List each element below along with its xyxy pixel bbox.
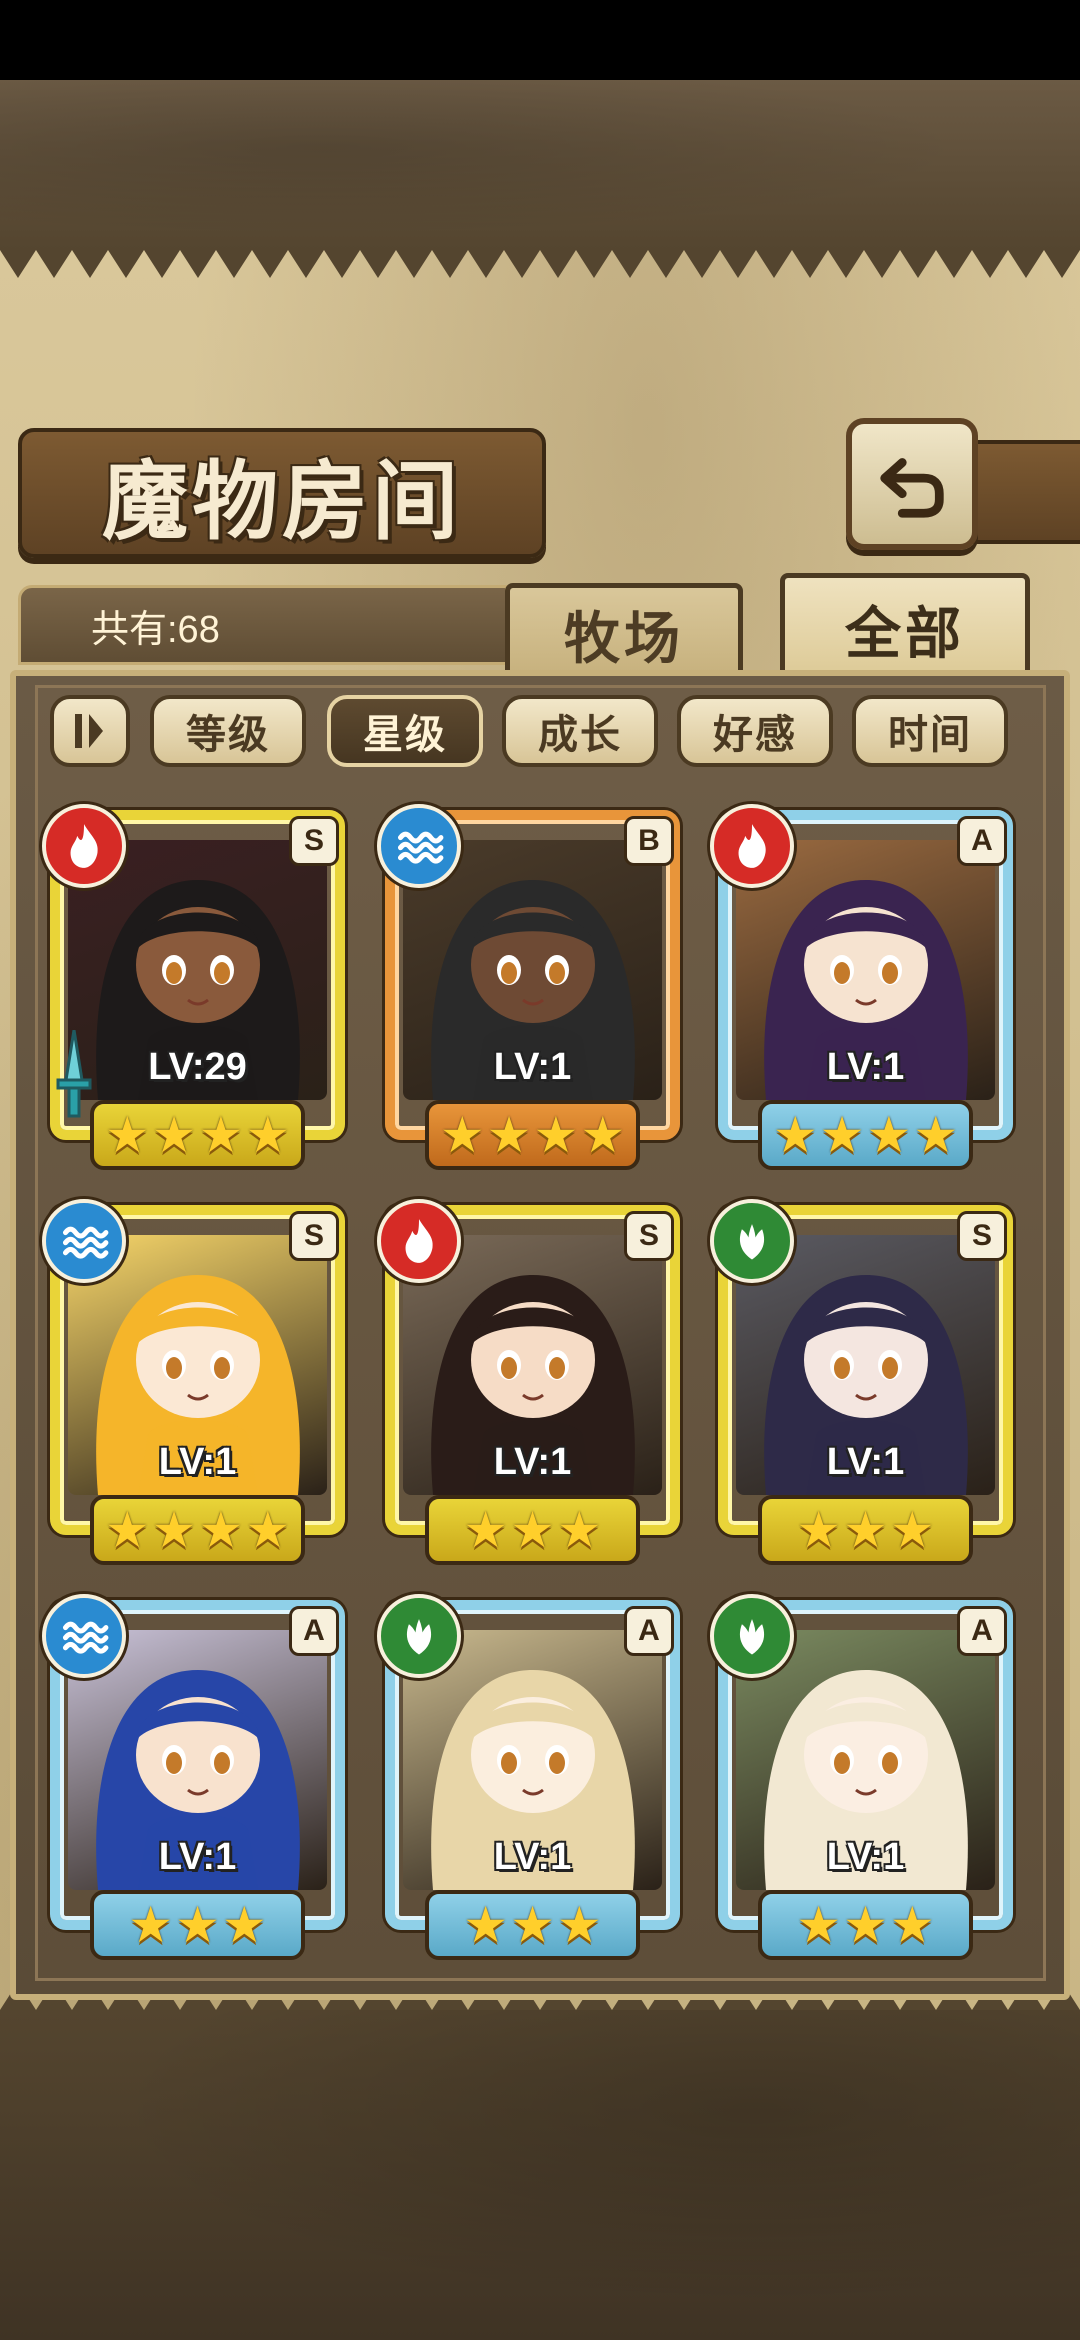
star-icon: ★ [245,1501,291,1559]
monster-level: LV:1 [826,1046,905,1088]
star-icon: ★ [556,1896,602,1954]
star-icon: ★ [198,1106,244,1164]
monster-count-bar: 共有:68 [18,585,508,665]
star-rating: ★ ★ ★ ★ [90,1495,305,1565]
star-icon: ★ [772,1106,818,1164]
monster-card[interactable]: S LV:1 ★ ★ ★ ★ [42,1199,345,1565]
tab-all[interactable]: 全部 [780,573,1030,680]
tab-ranch[interactable]: 牧场 [505,583,743,680]
star-icon: ★ [104,1501,150,1559]
rank-badge: S [624,1211,674,1261]
monster-card[interactable]: S LV:29 ★ ★ ★ ★ [42,804,345,1170]
star-icon: ★ [796,1501,842,1559]
star-icon: ★ [175,1896,220,1954]
map-background-bottom [0,2010,1080,2340]
sort-time-button[interactable]: 时间 [852,695,1008,767]
monster-card[interactable]: A LV:1 ★ ★ ★ [42,1594,345,1960]
monster-level: LV:1 [493,1836,572,1878]
monster-card[interactable]: A LV:1 ★ ★ ★ [710,1594,1013,1960]
star-icon: ★ [221,1896,267,1954]
rank-badge: A [957,816,1007,866]
star-rating: ★ ★ ★ ★ [425,1100,640,1170]
monster-level: LV:29 [148,1046,247,1088]
sort-direction-icon [75,714,103,748]
star-icon: ★ [463,1501,509,1559]
star-icon: ★ [889,1896,935,1954]
star-icon: ★ [796,1896,842,1954]
status-bar [0,0,1080,80]
title-plaque: 魔物房间 [18,428,546,558]
monster-card[interactable]: A LV:1 ★ ★ ★ ★ [710,804,1013,1170]
star-icon: ★ [533,1106,579,1164]
monster-card[interactable]: A LV:1 ★ ★ ★ [377,1594,680,1960]
star-icon: ★ [510,1896,555,1954]
star-icon: ★ [245,1106,291,1164]
star-icon: ★ [819,1106,865,1164]
sort-affection-button[interactable]: 好感 [677,695,833,767]
star-rating: ★ ★ ★ [425,1890,640,1960]
star-icon: ★ [556,1501,602,1559]
sort-order-toggle[interactable] [50,695,130,767]
star-rating: ★ ★ ★ ★ [758,1100,973,1170]
rank-badge: S [289,1211,339,1261]
monster-count: 共有:68 [91,608,220,651]
back-button[interactable] [846,418,978,550]
sort-star-button[interactable]: 星级 [327,695,483,767]
rank-badge: A [624,1606,674,1656]
rank-badge: B [624,816,674,866]
return-arrow-icon [880,458,944,518]
fire-element-icon [377,1199,461,1283]
map-background-top [0,80,1080,250]
back-button-bar [970,440,1080,544]
weapon-icon [56,1030,92,1118]
star-icon: ★ [486,1106,532,1164]
leaf-element-icon [710,1199,794,1283]
rank-badge: S [289,816,339,866]
monster-level: LV:1 [493,1441,572,1483]
star-icon: ★ [128,1896,174,1954]
star-icon: ★ [843,1896,888,1954]
water-element-icon [377,804,461,888]
rank-badge: S [957,1211,1007,1261]
star-icon: ★ [866,1106,912,1164]
star-icon: ★ [439,1106,485,1164]
sort-growth-button[interactable]: 成长 [502,695,658,767]
monster-level: LV:1 [493,1046,572,1088]
star-icon: ★ [151,1501,197,1559]
star-icon: ★ [104,1106,150,1164]
rank-badge: A [957,1606,1007,1656]
sort-level-button[interactable]: 等级 [150,695,306,767]
fire-element-icon [42,804,126,888]
star-rating: ★ ★ ★ [758,1890,973,1960]
water-element-icon [42,1594,126,1678]
monster-level: LV:1 [826,1836,905,1878]
rank-badge: A [289,1606,339,1656]
zigzag-border-top [0,250,1080,278]
monster-level: LV:1 [158,1441,237,1483]
monster-card[interactable]: S LV:1 ★ ★ ★ [710,1199,1013,1565]
monster-level: LV:1 [158,1836,237,1878]
star-icon: ★ [198,1501,244,1559]
star-icon: ★ [151,1106,197,1164]
leaf-element-icon [377,1594,461,1678]
star-icon: ★ [843,1501,888,1559]
monster-level: LV:1 [826,1441,905,1483]
star-icon: ★ [510,1501,555,1559]
star-icon: ★ [463,1896,509,1954]
star-rating: ★ ★ ★ [425,1495,640,1565]
page-title: 魔物房间 [102,450,462,552]
star-rating: ★ ★ ★ [90,1890,305,1960]
monster-card[interactable]: B LV:1 ★ ★ ★ ★ [377,804,680,1170]
star-icon: ★ [580,1106,626,1164]
monster-card[interactable]: S LV:1 ★ ★ ★ [377,1199,680,1565]
star-icon: ★ [913,1106,959,1164]
fire-element-icon [710,804,794,888]
star-icon: ★ [889,1501,935,1559]
star-rating: ★ ★ ★ [758,1495,973,1565]
leaf-element-icon [710,1594,794,1678]
water-element-icon [42,1199,126,1283]
star-rating: ★ ★ ★ ★ [90,1100,305,1170]
